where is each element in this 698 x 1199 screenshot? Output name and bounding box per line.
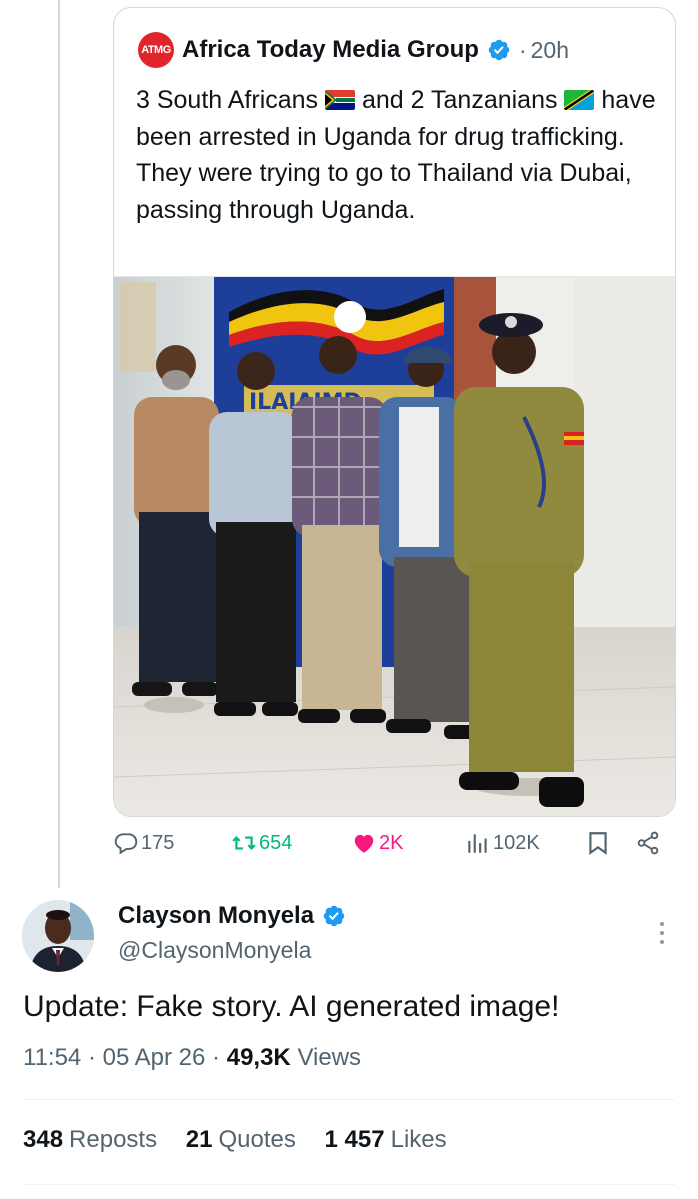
tweet-date[interactable]: 05 Apr 26 — [103, 1044, 206, 1071]
repost-icon — [232, 836, 256, 850]
tweet-text: Update: Fake story. AI generated image! — [23, 990, 560, 1023]
author-name-row: Clayson Monyela — [118, 902, 346, 930]
photo-illustration: ILAIAIMD — [114, 277, 675, 816]
more-icon[interactable] — [652, 918, 672, 948]
quoted-text-part2: and 2 Tanzanians — [355, 86, 565, 114]
quotes-label: Quotes — [218, 1126, 296, 1153]
arrest-photo[interactable]: ILAIAIMD — [114, 276, 675, 816]
views-button[interactable]: 102K — [465, 830, 540, 856]
likes-label: Likes — [390, 1126, 447, 1153]
quotes-count: 21 — [185, 1126, 213, 1153]
quoted-author-name[interactable]: Africa Today Media Group — [182, 36, 479, 64]
tanzania-flag-icon — [564, 90, 595, 110]
reply-count: 175 — [141, 831, 175, 854]
views-icon — [468, 834, 487, 853]
quoted-tweet-actions: 175 654 2K 102K — [113, 826, 673, 866]
verified-badge-icon — [488, 39, 510, 61]
meta-separator: · — [87, 1044, 96, 1071]
likes-count: 1 457 — [324, 1126, 385, 1153]
views-count: 102K — [493, 831, 540, 854]
like-icon — [354, 834, 374, 853]
quoted-tweet-time[interactable]: 20h — [531, 37, 569, 64]
atmg-logo-text: ATMG — [141, 44, 171, 56]
tweet-meta: 11:54 · 05 Apr 26 · 49,3K Views — [23, 1044, 361, 1072]
likes-stat[interactable]: 1 457 Likes — [325, 1126, 447, 1153]
tweet-time[interactable]: 11:54 — [23, 1044, 81, 1071]
quoted-text-part1: 3 South Africans — [136, 86, 326, 114]
reposts-label: Reposts — [69, 1126, 158, 1153]
repost-button[interactable]: 654 — [231, 830, 292, 856]
avatar-image — [22, 900, 94, 972]
south-africa-flag-icon — [325, 90, 356, 110]
bookmark-icon — [589, 832, 607, 855]
divider — [22, 1184, 675, 1185]
bookmark-button[interactable] — [585, 830, 613, 856]
author-name[interactable]: Clayson Monyela — [118, 902, 314, 930]
meta-separator: · — [212, 1044, 221, 1071]
verified-badge-icon — [323, 905, 345, 927]
divider — [22, 1099, 675, 1100]
quoted-tweet-text: 3 South Africans and 2 Tanzanians have b… — [136, 82, 656, 228]
quoted-tweet-card[interactable]: ATMG Africa Today Media Group · 20h 3 So… — [113, 7, 676, 817]
quoted-tweet-header: ATMG Africa Today Media Group · 20h — [138, 32, 569, 68]
views-label: Views — [297, 1044, 362, 1071]
reply-icon — [114, 833, 138, 855]
author-handle[interactable]: @ClaysonMonyela — [118, 937, 311, 964]
atmg-logo-avatar[interactable]: ATMG — [138, 32, 174, 68]
share-icon — [637, 831, 659, 855]
like-button[interactable]: 2K — [351, 830, 403, 856]
thread-line — [58, 0, 60, 888]
repost-count: 654 — [259, 831, 293, 854]
reply-button[interactable]: 175 — [113, 830, 174, 856]
engagement-stats: 348 Reposts 21 Quotes 1 457 Likes — [23, 1126, 447, 1154]
avatar[interactable] — [22, 900, 94, 972]
like-count: 2K — [379, 831, 404, 854]
share-button[interactable] — [635, 830, 663, 856]
separator-dot: · — [518, 36, 527, 63]
reposts-count: 348 — [23, 1126, 64, 1153]
quotes-stat[interactable]: 21 Quotes — [186, 1126, 296, 1153]
views-count: 49,3K — [226, 1044, 291, 1071]
reposts-stat[interactable]: 348 Reposts — [23, 1126, 157, 1153]
